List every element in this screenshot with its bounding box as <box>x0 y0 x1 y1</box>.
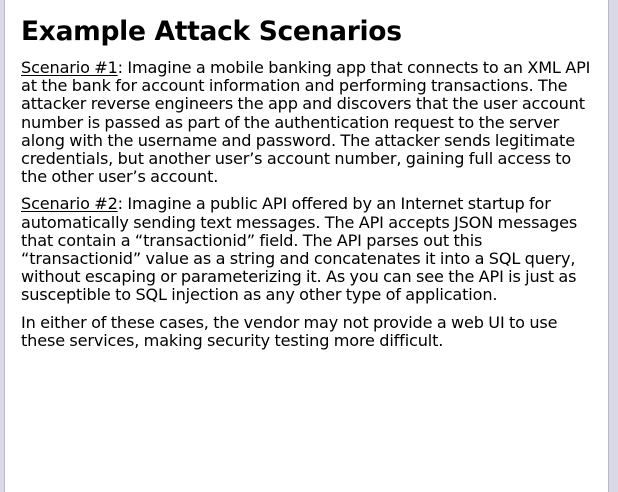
slide-title: Example Attack Scenarios <box>21 16 402 47</box>
scenario-2-label: Scenario #2 <box>21 194 118 214</box>
scenario-1-label: Scenario #1 <box>21 58 118 77</box>
slide: Example Attack Scenarios Scenario #1: Im… <box>4 0 609 492</box>
scenario-1-text: : Imagine a mobile banking app that conn… <box>21 58 591 187</box>
conclusion-paragraph: In either of these cases, the vendor may… <box>21 312 558 350</box>
scenario-1-paragraph: Scenario #1: Imagine a mobile banking ap… <box>21 58 598 187</box>
scenario-2-paragraph: Scenario #2: Imagine a public API offere… <box>21 195 598 304</box>
